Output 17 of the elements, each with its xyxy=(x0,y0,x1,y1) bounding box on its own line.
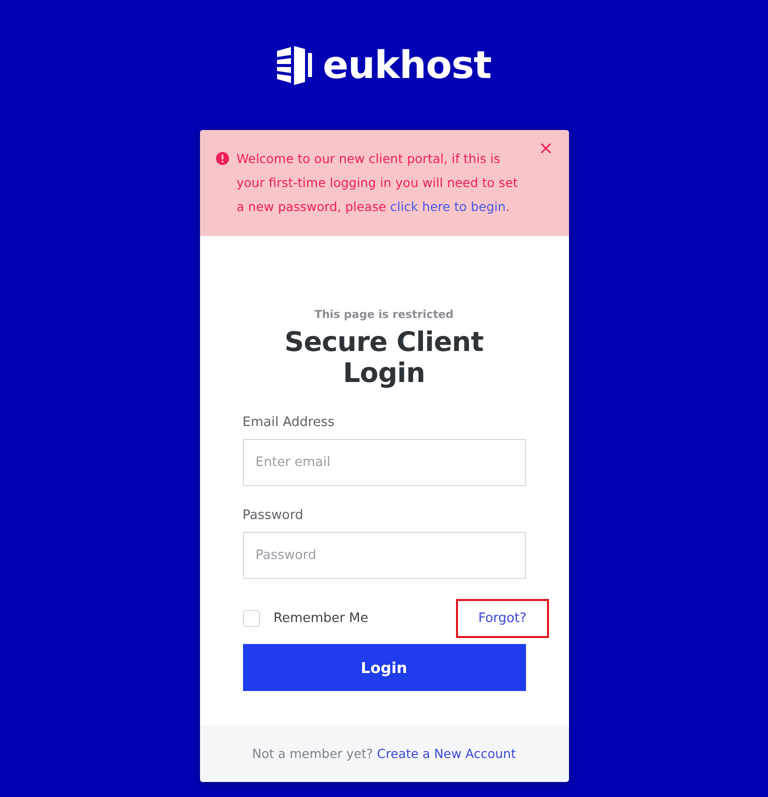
input-field[interactable]: Enter email xyxy=(242,439,526,486)
brand-name: eukhost xyxy=(322,43,492,87)
begin-link[interactable]: click here to begin xyxy=(390,199,506,214)
restricted-note: This page is restricted xyxy=(313,308,455,321)
page-title: Secure Client Login xyxy=(284,327,484,389)
field-label: Email Address xyxy=(242,415,336,430)
logo-icon xyxy=(276,45,315,85)
remember-checkbox[interactable] xyxy=(242,610,260,627)
alert-icon xyxy=(216,152,228,165)
alert-message: Welcome to our new client portal, if this is your first-time logging in you will need to set a new password, please click here to begin. xyxy=(236,150,519,216)
create-account-link[interactable]: Create a New Account xyxy=(377,746,516,761)
login-button[interactable]: Login xyxy=(242,644,526,691)
remember-label: Remember Me xyxy=(274,611,368,626)
forgot-link[interactable]: Forgot? xyxy=(456,599,548,638)
footer-text: Not a member yet? xyxy=(252,746,374,761)
input-field[interactable]: Password xyxy=(242,532,526,579)
field-label: Password xyxy=(242,508,304,523)
